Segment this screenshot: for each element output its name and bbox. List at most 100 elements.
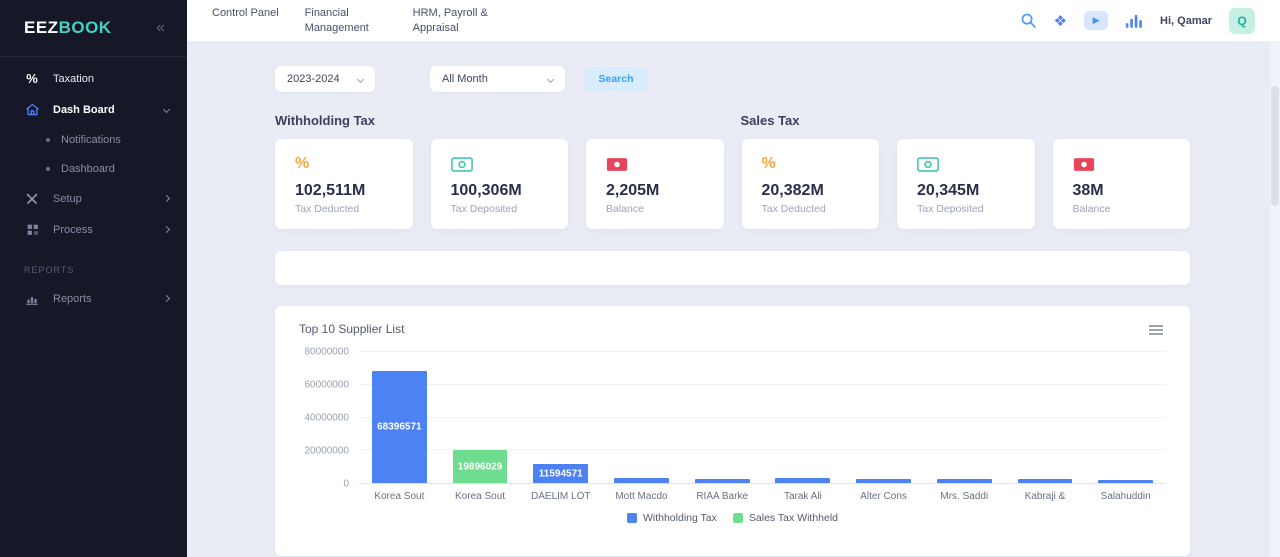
play-icon[interactable]: ▶ bbox=[1084, 11, 1108, 30]
avatar[interactable]: Q bbox=[1229, 8, 1255, 34]
bar-withholding-tax[interactable] bbox=[775, 478, 830, 483]
sidebar-subitem-label: Dashboard bbox=[61, 163, 115, 175]
sidebar-item-label: Taxation bbox=[53, 73, 94, 85]
bar-slot: 68396571 bbox=[359, 352, 440, 483]
sidebar-section-reports: REPORTS bbox=[0, 245, 187, 283]
banknote-outline-icon bbox=[917, 153, 1015, 175]
logo-row: EEZBOOK « bbox=[0, 0, 187, 57]
bar-withholding-tax[interactable]: 68396571 bbox=[372, 371, 427, 483]
bar-slot bbox=[682, 352, 763, 483]
sidebar-item-label: Setup bbox=[53, 193, 82, 205]
empty-panel bbox=[275, 251, 1190, 285]
sales-tax-deducted-card: % 20,382M Tax Deducted bbox=[742, 139, 880, 229]
chart-area: 020000000400000006000000080000000 683965… bbox=[299, 352, 1166, 484]
filters-row: 2023-2024 All Month Search bbox=[275, 66, 1190, 92]
x-tick-label: Salahuddin bbox=[1085, 491, 1166, 502]
x-tick-label: Tarak Ali bbox=[763, 491, 844, 502]
chart-title: Top 10 Supplier List bbox=[299, 322, 404, 336]
bar-withholding-tax[interactable]: 11594571 bbox=[533, 464, 588, 483]
y-tick-label: 60000000 bbox=[305, 380, 350, 391]
search-button[interactable]: Search bbox=[585, 67, 647, 91]
sidebar-item-taxation[interactable]: % Taxation bbox=[0, 63, 187, 94]
legend-item[interactable]: Sales Tax Withheld bbox=[733, 512, 838, 524]
bar-slot bbox=[1085, 352, 1166, 483]
supplier-chart-card: Top 10 Supplier List 0 20000000 40000000 60… bbox=[275, 306, 1190, 556]
bar-slot bbox=[1005, 352, 1086, 483]
sidebar-subitem-dashboard[interactable]: Dashboard bbox=[0, 154, 187, 183]
stat-label: Balance bbox=[1073, 203, 1171, 215]
bar-slot bbox=[924, 352, 1005, 483]
legend-item[interactable]: Withholding Tax bbox=[627, 512, 717, 524]
wht-tax-deducted-card: % 102,511M Tax Deducted bbox=[275, 139, 413, 229]
y-tick-label: 40000000 bbox=[305, 413, 350, 424]
stat-label: Tax Deducted bbox=[295, 203, 393, 215]
bar-withholding-tax[interactable] bbox=[1018, 479, 1073, 483]
bar-slot bbox=[601, 352, 682, 483]
year-select[interactable]: 2023-2024 bbox=[275, 66, 375, 92]
stat-value: 20,345M bbox=[917, 182, 1015, 200]
y-tick-label: 0 bbox=[343, 479, 349, 490]
sidebar-item-setup[interactable]: Setup bbox=[0, 183, 187, 214]
search-icon[interactable] bbox=[1020, 12, 1037, 29]
bar-sales-tax-withheld[interactable]: 19896029 bbox=[453, 450, 508, 483]
chevron-down-icon bbox=[547, 75, 554, 82]
legend-swatch bbox=[627, 513, 637, 523]
bar-slot: 19896029 bbox=[440, 352, 521, 483]
topbar: Control Panel Financial Management HRM, … bbox=[187, 0, 1280, 42]
stat-value: 38M bbox=[1073, 182, 1171, 200]
sidebar-item-dashboard-group[interactable]: Dash Board bbox=[0, 94, 187, 125]
chart-menu-icon[interactable] bbox=[1146, 322, 1166, 338]
sidebar-item-reports[interactable]: Reports bbox=[0, 283, 187, 314]
sidebar-item-label: Reports bbox=[53, 293, 92, 305]
grid-icon bbox=[24, 223, 40, 236]
stat-value: 100,306M bbox=[451, 182, 549, 200]
stat-label: Tax Deducted bbox=[762, 203, 860, 215]
bar-value-label: 68396571 bbox=[377, 422, 422, 433]
y-tick-label: 20000000 bbox=[305, 446, 350, 457]
apps-icon[interactable]: ❖ bbox=[1054, 12, 1067, 30]
bar-withholding-tax[interactable] bbox=[856, 479, 911, 483]
bar-chart-icon bbox=[24, 292, 40, 306]
bar-withholding-tax[interactable] bbox=[695, 479, 750, 483]
x-tick-label: RIAA Barke bbox=[682, 491, 763, 502]
user-greeting: Hi, Qamar bbox=[1160, 15, 1212, 27]
bar-slot bbox=[763, 352, 844, 483]
chevron-down-icon bbox=[357, 75, 364, 82]
banknote-filled-icon bbox=[606, 153, 704, 175]
bar-withholding-tax[interactable] bbox=[937, 479, 992, 483]
month-select[interactable]: All Month bbox=[430, 66, 565, 92]
stat-value: 20,382M bbox=[762, 182, 860, 200]
sales-tax-deposited-card: 20,345M Tax Deposited bbox=[897, 139, 1035, 229]
x-tick-label: Korea Sout bbox=[440, 491, 521, 502]
withholding-tax-title: Withholding Tax bbox=[275, 113, 733, 128]
bullet-icon bbox=[46, 138, 50, 142]
topbar-right: ❖ ▶ Hi, Qamar Q bbox=[1020, 8, 1255, 34]
scrollbar-thumb[interactable] bbox=[1271, 86, 1279, 206]
bar-withholding-tax[interactable] bbox=[1098, 480, 1153, 483]
scrollbar[interactable] bbox=[1270, 42, 1280, 557]
sidebar-collapse-icon[interactable]: « bbox=[156, 19, 165, 37]
legend-swatch bbox=[733, 513, 743, 523]
sales-tax-title: Sales Tax bbox=[733, 113, 1191, 128]
sidebar-item-process[interactable]: Process bbox=[0, 214, 187, 245]
tab-financial-management[interactable]: Financial Management bbox=[305, 6, 387, 36]
tab-hrm-payroll[interactable]: HRM, Payroll & Appraisal bbox=[413, 6, 495, 36]
month-select-value: All Month bbox=[442, 73, 488, 85]
app-logo: EEZBOOK bbox=[24, 18, 112, 38]
y-tick-label: 80000000 bbox=[305, 347, 350, 358]
x-tick-label: Mott Macdo bbox=[601, 491, 682, 502]
tab-control-panel[interactable]: Control Panel bbox=[212, 6, 279, 36]
bar-withholding-tax[interactable] bbox=[614, 478, 669, 483]
chart-y-axis: 020000000400000006000000080000000 bbox=[299, 352, 359, 484]
x-tick-label: Alter Cons bbox=[843, 491, 924, 502]
chevron-right-icon bbox=[163, 226, 170, 233]
stat-cards-row: % 102,511M Tax Deducted 100,306M Tax Dep… bbox=[275, 139, 1190, 229]
chart-legend: Withholding Tax Sales Tax Withheld bbox=[299, 512, 1166, 524]
chevron-down-icon bbox=[163, 106, 170, 113]
signal-bars-icon[interactable] bbox=[1125, 13, 1143, 29]
percent-icon: % bbox=[24, 71, 40, 86]
sidebar-subitem-notifications[interactable]: Notifications bbox=[0, 125, 187, 154]
sidebar-item-label: Dash Board bbox=[53, 104, 115, 116]
x-tick-label: DAELIM LOT bbox=[520, 491, 601, 502]
banknote-filled-icon bbox=[1073, 153, 1171, 175]
